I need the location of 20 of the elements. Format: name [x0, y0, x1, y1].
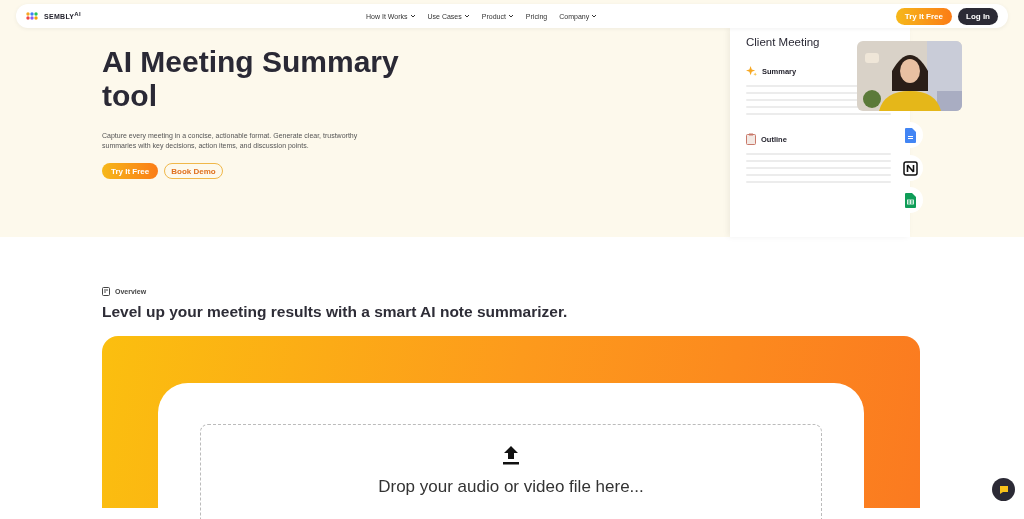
chevron-down-icon: [507, 14, 514, 18]
logo-icon: [26, 12, 40, 20]
chevron-down-icon: [591, 14, 598, 18]
notebook-icon: [902, 160, 918, 176]
chat-button[interactable]: [992, 478, 1015, 501]
clipboard-icon: [746, 133, 756, 145]
hero-title: AI Meeting Summary tool: [102, 45, 400, 113]
drop-zone[interactable]: Drop your audio or video file here...: [200, 424, 822, 519]
document-icon: [904, 127, 916, 143]
chevron-down-icon: [463, 14, 470, 18]
section-heading: Level up your meeting results with a smart AI note summarizer.: [102, 303, 569, 321]
spreadsheet-icon: [904, 192, 916, 208]
drop-text: Drop your audio or video file here...: [378, 477, 644, 497]
upload-icon: [502, 445, 520, 465]
sparkle-icon: [746, 66, 757, 77]
chat-icon: [998, 484, 1009, 495]
login-button[interactable]: Log In: [958, 7, 998, 25]
card-title: Client Meeting: [746, 36, 821, 48]
document-icon: [102, 287, 110, 296]
chevron-down-icon: [409, 14, 416, 18]
